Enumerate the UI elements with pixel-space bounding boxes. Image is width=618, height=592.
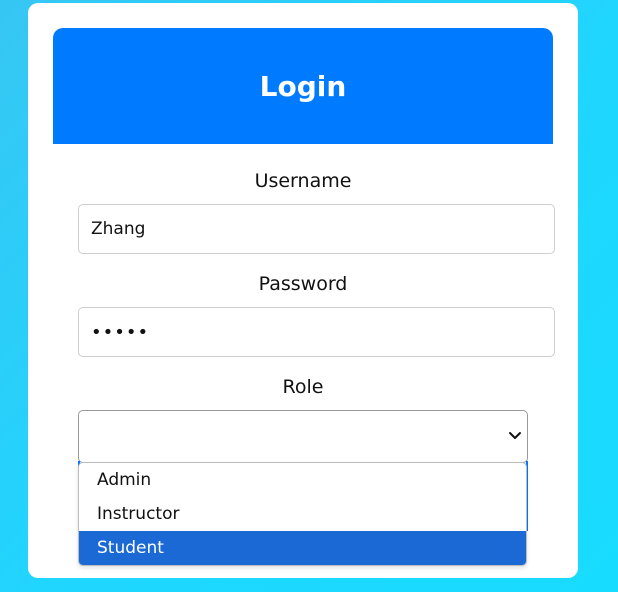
password-value: ••••• xyxy=(91,321,150,343)
username-value: Zhang xyxy=(91,219,146,239)
role-label: Role xyxy=(282,376,324,398)
role-dropdown: Admin Instructor Student xyxy=(78,462,527,566)
chevron-down-icon xyxy=(509,432,521,439)
role-select[interactable] xyxy=(78,410,528,463)
login-header: Login xyxy=(53,28,553,144)
username-input[interactable]: Zhang xyxy=(78,204,555,254)
option-instructor[interactable]: Instructor xyxy=(79,497,526,531)
option-admin[interactable]: Admin xyxy=(79,463,526,497)
option-student[interactable]: Student xyxy=(79,531,526,565)
username-label: Username xyxy=(254,170,352,192)
password-input[interactable]: ••••• xyxy=(78,307,555,357)
page-title: Login xyxy=(259,69,347,103)
password-label: Password xyxy=(258,273,348,295)
login-card: Login Username Zhang Password ••••• Role… xyxy=(28,3,578,578)
